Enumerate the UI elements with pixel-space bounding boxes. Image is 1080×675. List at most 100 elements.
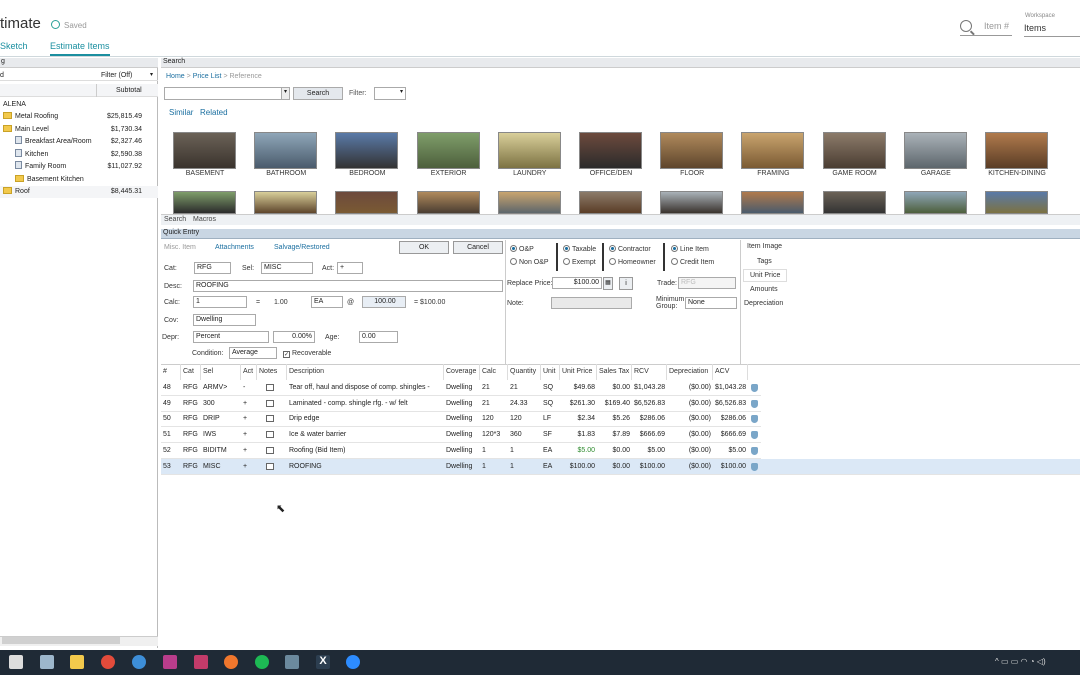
table-cell-desc[interactable]: ROOFING [289, 459, 442, 474]
notes-app-icon[interactable] [40, 655, 54, 669]
taxable-radio[interactable]: Taxable [563, 245, 596, 253]
category-thumbnail[interactable] [579, 132, 642, 169]
table-cell-sel[interactable]: MISC [203, 459, 239, 474]
act-select[interactable]: + [337, 262, 363, 274]
table-cell-rcv[interactable]: $100.00 [634, 459, 665, 474]
table-cell-acv[interactable]: $1,043.28 [715, 380, 746, 395]
table-cell-sel[interactable]: BIDITM [203, 443, 239, 458]
price-input[interactable]: 100.00 [362, 296, 406, 308]
zoom-icon[interactable] [346, 655, 360, 669]
shield-icon[interactable] [751, 384, 758, 392]
tree-item-main-level[interactable]: Main Level $1,730.34 [0, 124, 158, 136]
table-cell-desc[interactable]: Tear off, haul and dispose of comp. shin… [289, 380, 442, 395]
table-cell-rcv[interactable]: $666.69 [634, 427, 665, 442]
note-select[interactable] [551, 297, 632, 309]
tab-misc-item[interactable]: Misc. Item [164, 244, 196, 251]
category-thumbnail[interactable] [579, 191, 642, 214]
info-icon[interactable]: i [619, 277, 633, 290]
table-cell-act[interactable]: + [243, 411, 255, 426]
table-cell-rcv[interactable]: $6,526.83 [634, 396, 665, 411]
table-cell-cat[interactable]: RFG [183, 380, 199, 395]
category-label[interactable]: BEDROOM [327, 170, 407, 177]
table-cell-cov[interactable]: Dwelling [446, 411, 478, 426]
tree-project[interactable]: ALENA [0, 99, 158, 111]
category-thumbnail[interactable] [741, 191, 805, 214]
desc-input[interactable]: ROOFING [193, 280, 503, 292]
shield-icon[interactable] [751, 462, 758, 471]
tree-item-family-room[interactable]: Family Room $11,027.92 [0, 161, 158, 173]
table-cell-qty[interactable]: 120 [510, 411, 539, 426]
coverage-select[interactable]: Dwelling [193, 314, 256, 326]
table-cell-calc[interactable]: 120 [482, 411, 506, 426]
table-cell-num[interactable]: 48 [163, 380, 179, 395]
table-cell-sel[interactable]: ARMV> [203, 380, 239, 395]
column-header[interactable]: Quantity [508, 364, 541, 380]
table-cell-qty[interactable]: 21 [510, 380, 539, 395]
replace-price-input[interactable]: $100.00 [552, 277, 602, 289]
category-label[interactable]: FLOOR [652, 170, 732, 177]
min-group-select[interactable]: None [685, 297, 737, 309]
crumb-home[interactable]: Home [166, 73, 185, 80]
category-thumbnail[interactable] [173, 132, 236, 169]
table-cell-calc[interactable]: 21 [482, 396, 506, 411]
item-number-input[interactable]: Item # [960, 21, 1012, 36]
similar-link[interactable]: Similar [169, 108, 193, 117]
table-cell-price[interactable]: $100.00 [562, 459, 595, 474]
category-thumbnail[interactable] [335, 191, 399, 214]
age-input[interactable]: 0.00 [359, 331, 398, 343]
table-cell-sel[interactable]: IWS [203, 427, 239, 442]
filter-select[interactable]: ▾ [374, 87, 406, 100]
notes-icon[interactable] [266, 415, 274, 423]
table-cell-acv[interactable]: $6,526.83 [715, 396, 746, 411]
table-cell-rcv[interactable]: $1,043.28 [634, 380, 665, 395]
table-cell-cov[interactable]: Dwelling [446, 380, 478, 395]
category-thumbnail[interactable] [822, 191, 886, 214]
table-cell-sel[interactable]: DRIP [203, 411, 239, 426]
category-label[interactable]: BASEMENT [165, 170, 245, 177]
category-thumbnail[interactable] [822, 132, 886, 169]
table-cell-desc[interactable]: Laminated - comp. shingle rfg. - w/ felt [289, 396, 442, 411]
tags-link[interactable]: Tags [757, 258, 772, 265]
filter-dropdown[interactable]: Filter (Off) [101, 70, 132, 81]
crumb-reference[interactable]: Reference [229, 73, 261, 80]
table-cell-num[interactable]: 50 [163, 411, 179, 426]
category-thumbnail[interactable] [660, 132, 724, 169]
table-cell-cat[interactable]: RFG [183, 459, 199, 474]
chevron-down-icon[interactable]: ▾ [150, 70, 153, 81]
category-label[interactable]: GAME ROOM [815, 170, 895, 177]
category-thumbnail[interactable] [254, 191, 318, 214]
table-cell-dep[interactable]: ($0.00) [669, 459, 711, 474]
table-cell-acv[interactable]: $666.69 [715, 427, 746, 442]
table-cell-calc[interactable]: 1 [482, 459, 506, 474]
column-header[interactable]: Notes [257, 364, 287, 380]
unit-price-link[interactable]: Unit Price [743, 269, 788, 282]
table-cell-dep[interactable]: ($0.00) [669, 443, 711, 458]
depreciation-type-select[interactable]: Percent [193, 331, 269, 343]
category-label[interactable]: LAUNDRY [490, 170, 570, 177]
category-thumbnail[interactable] [497, 191, 561, 214]
item-image-link[interactable]: Item Image [747, 243, 782, 250]
exempt-radio[interactable]: Exempt [563, 258, 596, 266]
notes-icon[interactable] [266, 399, 274, 407]
line-item-radio[interactable]: Line Item [671, 245, 709, 253]
table-cell-qty[interactable]: 360 [510, 427, 539, 442]
non-op-radio[interactable]: Non O&P [510, 258, 549, 266]
file-explorer-icon[interactable] [70, 655, 84, 669]
calculator-app-icon[interactable] [9, 655, 23, 669]
table-cell-tax[interactable]: $169.40 [599, 396, 630, 411]
table-cell-calc[interactable]: 1 [482, 443, 506, 458]
table-cell-price[interactable]: $261.30 [562, 396, 595, 411]
table-cell-dep[interactable]: ($0.00) [669, 396, 711, 411]
table-cell-qty[interactable]: 1 [510, 443, 539, 458]
category-thumbnail[interactable] [741, 132, 805, 169]
notes-icon[interactable] [266, 462, 274, 470]
category-thumbnail[interactable] [254, 132, 318, 169]
related-link[interactable]: Related [200, 108, 228, 117]
column-header[interactable]: ACV [713, 364, 748, 380]
tab-salvage[interactable]: Salvage/Restored [274, 244, 330, 251]
table-cell-tax[interactable]: $7.89 [599, 427, 630, 442]
table-cell-num[interactable]: 49 [163, 396, 179, 411]
tab-sketch[interactable]: Sketch [0, 41, 28, 51]
category-label[interactable]: OFFICE/DEN [571, 170, 651, 177]
depreciation-link[interactable]: Depreciation [744, 300, 783, 307]
